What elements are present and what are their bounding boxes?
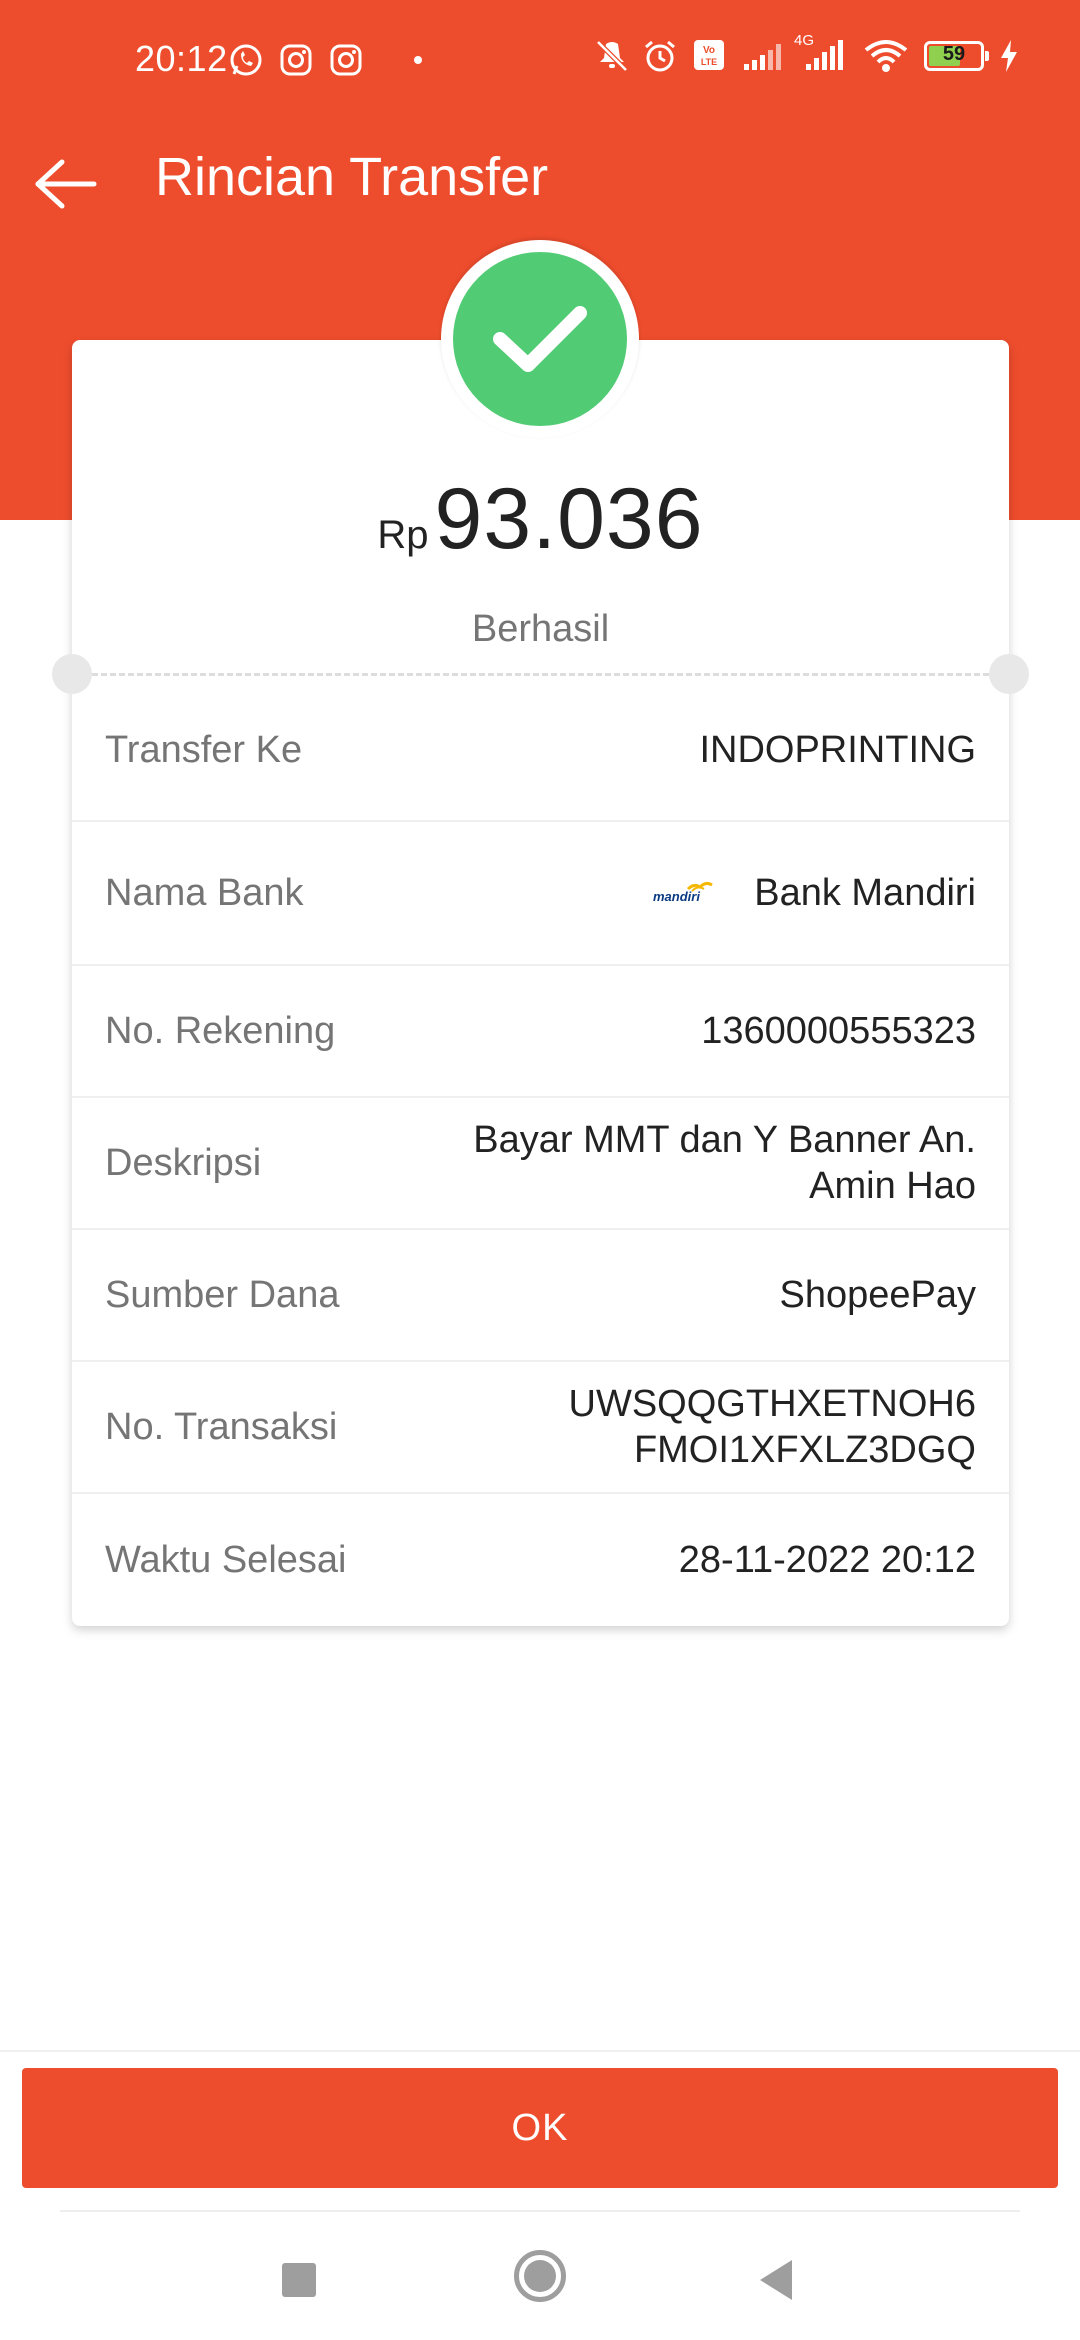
volte-icon: Vo LTE xyxy=(692,38,728,74)
charging-icon xyxy=(998,38,1020,74)
detail-row-bank-name: Nama Bank mandiri Bank Mandiri xyxy=(72,822,1009,966)
description-line-2: Amin Hao xyxy=(809,1165,976,1207)
recent-apps-button[interactable] xyxy=(282,2263,316,2297)
home-button[interactable] xyxy=(514,2250,566,2302)
instagram-icon xyxy=(328,42,364,78)
detail-value-multiline: Bayar MMT dan Y Banner An. Amin Hao xyxy=(473,1117,976,1209)
system-nav-bar xyxy=(0,2230,1080,2340)
battery-icon: 59 xyxy=(924,41,989,71)
battery-level: 59 xyxy=(942,43,966,65)
description-line-1: Bayar MMT dan Y Banner An. xyxy=(473,1119,976,1161)
detail-row-source-of-funds: Sumber Dana ShopeePay xyxy=(72,1230,1009,1362)
detail-label: Waktu Selesai xyxy=(105,1538,347,1581)
signal-4g-icon: 4G xyxy=(792,32,848,74)
nav-divider xyxy=(60,2210,1020,2212)
status-right-icons: Vo LTE 4G 59 xyxy=(592,32,1020,74)
detail-label: Sumber Dana xyxy=(105,1273,340,1316)
svg-text:Vo: Vo xyxy=(703,45,715,56)
wifi-icon xyxy=(862,38,910,74)
detail-value-bank: mandiri Bank Mandiri xyxy=(652,870,976,916)
status-bar: 20:12 Vo LTE 4G 59 xyxy=(0,30,1080,94)
detail-label: No. Transaksi xyxy=(105,1405,338,1448)
instagram-icon xyxy=(278,42,314,78)
detail-row-transaction-number: No. Transaksi UWSQQGTHXETNOH6 FMOI1XFXLZ… xyxy=(72,1362,1009,1494)
home-icon xyxy=(524,2260,556,2292)
signal-icon xyxy=(742,38,781,74)
amount-row: Rp93.036 xyxy=(72,470,1009,569)
ticket-perforation xyxy=(92,673,989,676)
detail-label: Nama Bank xyxy=(105,871,304,914)
detail-value: 1360000555323 xyxy=(701,1010,976,1052)
network-type-label: 4G xyxy=(794,32,815,49)
detail-row-description: Deskripsi Bayar MMT dan Y Banner An. Ami… xyxy=(72,1098,1009,1230)
whatsapp-icon xyxy=(228,42,264,78)
back-button[interactable] xyxy=(30,148,102,220)
detail-row-transfer-to: Transfer Ke INDOPRINTING xyxy=(72,680,1009,822)
detail-value: 28-11-2022 20:12 xyxy=(678,1539,976,1581)
transaction-line-2: FMOI1XFXLZ3DGQ xyxy=(633,1429,976,1471)
detail-label: No. Rekening xyxy=(105,1009,336,1052)
detail-value: INDOPRINTING xyxy=(699,729,976,771)
battery-tip xyxy=(985,51,989,61)
vibrate-off-icon xyxy=(592,38,628,74)
detail-label: Deskripsi xyxy=(105,1141,262,1184)
detail-value-multiline: UWSQQGTHXETNOH6 FMOI1XFXLZ3DGQ xyxy=(569,1381,976,1473)
status-left-icons xyxy=(228,42,422,78)
arrow-left-icon xyxy=(35,159,97,209)
ok-button[interactable]: OK xyxy=(22,2068,1058,2188)
bank-name-text: Bank Mandiri xyxy=(754,872,976,914)
success-check-icon xyxy=(453,252,627,426)
detail-value: ShopeePay xyxy=(779,1274,977,1316)
detail-row-account-number: No. Rekening 1360000555323 xyxy=(72,966,1009,1098)
detail-label: Transfer Ke xyxy=(105,728,303,771)
system-back-button[interactable] xyxy=(760,2260,792,2300)
svg-text:LTE: LTE xyxy=(701,57,717,67)
notification-dot xyxy=(414,56,422,64)
transfer-detail-screen: 20:12 Vo LTE 4G 59 Rincian Transfer Rp93… xyxy=(0,0,1080,2340)
receipt-card: Rp93.036 Berhasil Transfer Ke INDOPRINTI… xyxy=(52,340,1029,1626)
currency-label: Rp xyxy=(377,513,429,557)
transaction-line-1: UWSQQGTHXETNOH6 xyxy=(568,1383,976,1425)
amount-value: 93.036 xyxy=(434,471,704,567)
app-bar: Rincian Transfer xyxy=(0,130,1080,230)
page-title: Rincian Transfer xyxy=(155,147,549,207)
bottom-divider xyxy=(0,2050,1080,2052)
transfer-status: Berhasil xyxy=(471,608,610,650)
svg-text:mandiri: mandiri xyxy=(653,889,700,904)
detail-list: Transfer Ke INDOPRINTING Nama Bank mandi… xyxy=(72,680,1009,1626)
alarm-icon xyxy=(642,38,678,74)
status-time: 20:12 xyxy=(135,38,228,79)
mandiri-logo-icon: mandiri xyxy=(652,870,716,916)
detail-row-completed-time: Waktu Selesai 28-11-2022 20:12 xyxy=(72,1494,1009,1626)
